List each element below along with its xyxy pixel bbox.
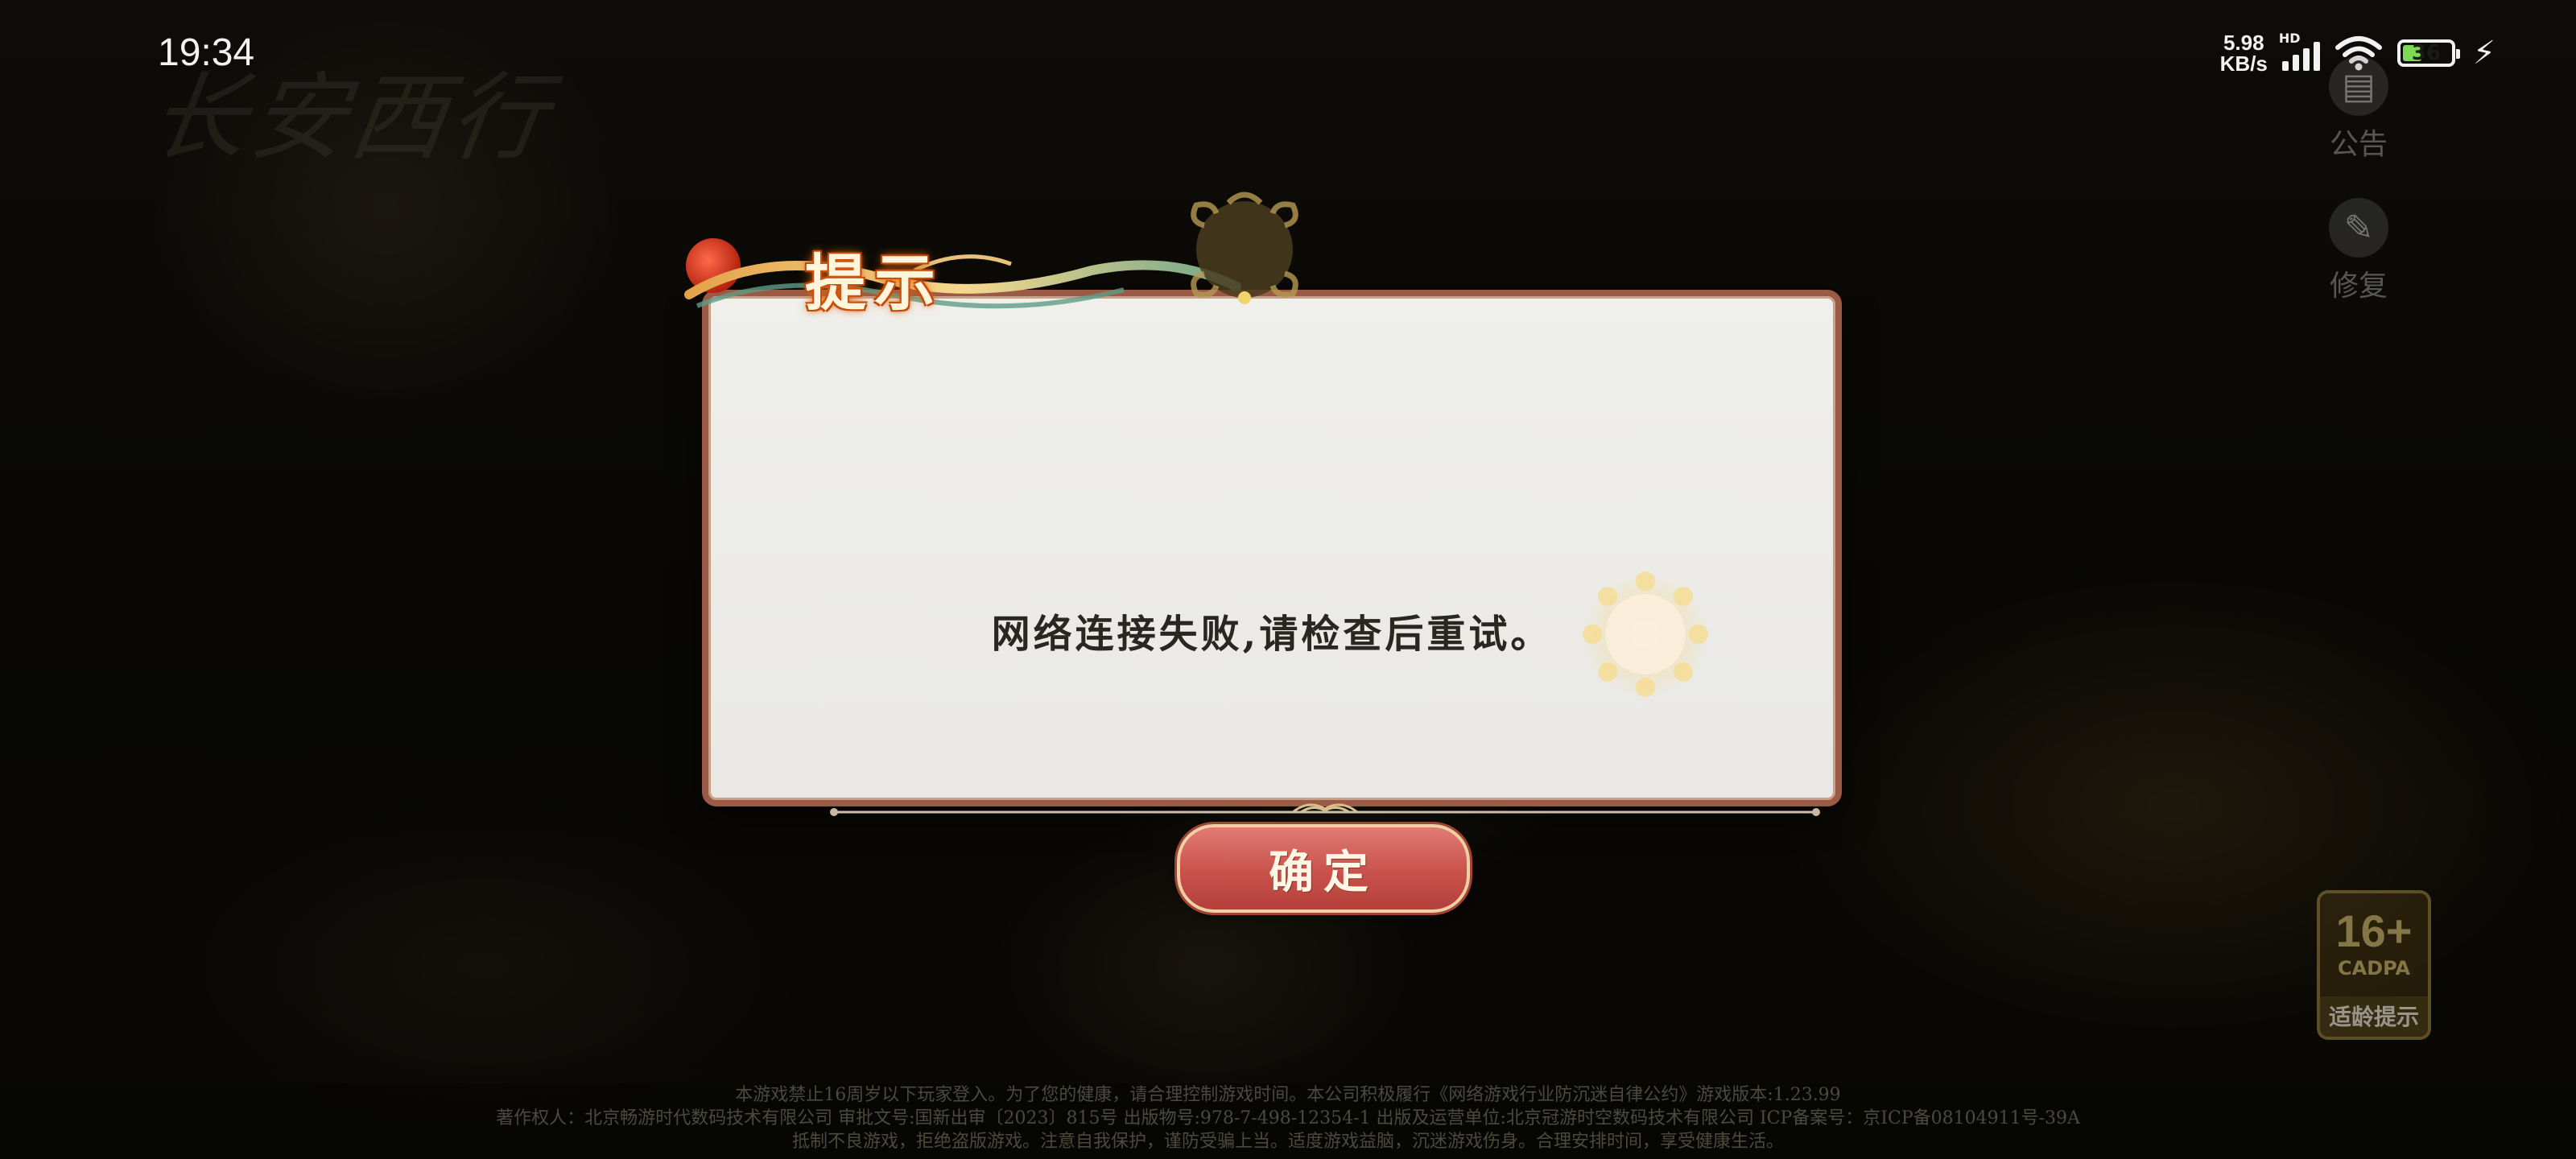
repair-label: 修复 [2329,270,2388,303]
battery-icon: 36 [2396,39,2460,67]
confirm-button[interactable]: 确定 [1177,824,1470,913]
hd-label: HD [2278,31,2301,46]
footer-line-1: 本游戏禁止16周岁以下玩家登入。为了您的健康，请合理控制游戏时间。本公司积极履行… [735,1085,1841,1105]
game-screen: 长安西行 19:34 5.98 KB/s HD 36 ⚡ ▤ 公告 ✎ 修复 1… [0,0,2576,1159]
age-rating-tip: 适龄提示 [2320,996,2428,1037]
cellular-signal-icon: HD [2279,31,2320,71]
notice-icon: ▤ [2329,56,2388,116]
network-speed: 5.98 KB/s [2220,32,2268,74]
network-speed-value: 5.98 [2223,31,2264,55]
notice-button[interactable]: ▤ 公告 [2318,56,2399,163]
age-rating-badge[interactable]: 16+ CADPA 适龄提示 [2317,890,2431,1040]
confirm-button-label: 确定 [1269,845,1378,899]
charging-bolt-icon: ⚡ [2472,35,2496,72]
network-speed-unit: KB/s [2219,52,2268,76]
age-rating-org: CADPA [2337,957,2411,980]
repair-icon: ✎ [2329,198,2388,258]
notice-label: 公告 [2329,128,2388,161]
footer-line-3: 抵制不良游戏，拒绝盗版游戏。注意自我保护，谨防受骗上当。适度游戏益脑，沉迷游戏伤… [791,1132,1784,1152]
footer-line-2: 著作权人：北京畅游时代数码技术有限公司 审批文号:国新出审〔2023〕815号 … [496,1108,2080,1128]
battery-level: 36 [2411,41,2441,65]
dialog-title: 提示 [805,247,943,319]
glow-flower-ornament [1583,571,1708,697]
repair-button[interactable]: ✎ 修复 [2318,198,2399,304]
legal-footer: 本游戏禁止16周岁以下玩家登入。为了您的健康，请合理控制游戏时间。本公司积极履行… [0,1083,2576,1159]
alert-dialog: 网络连接失败,请检查后重试。 确定 提示 [673,161,1897,913]
age-rating-value: 16+ [2335,905,2413,956]
cloud-moon-ornament [1191,192,1298,304]
dialog-panel: 网络连接失败,请检查后重试。 确定 [702,290,1842,913]
ornamental-divider [830,803,1820,816]
status-time: 19:34 [158,31,255,74]
